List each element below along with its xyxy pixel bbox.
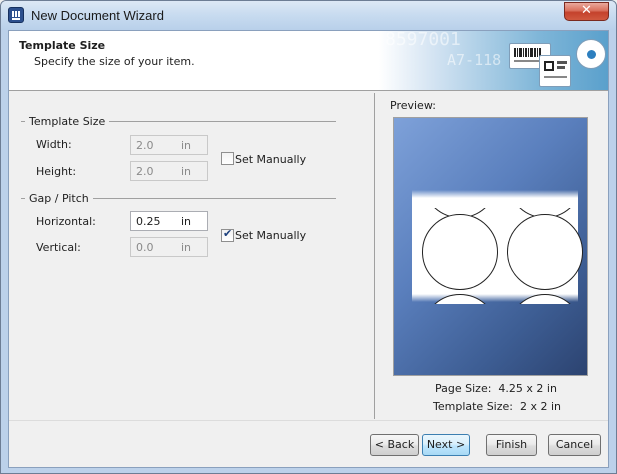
wizard-client-area: 8597001 A7-118 Template Size Specify the… [8, 30, 609, 468]
horizontal-field[interactable]: 0.25 in [130, 211, 208, 231]
preview-tape-fade-top [412, 190, 578, 198]
gap-set-manually-checkbox[interactable]: ✔ [221, 227, 234, 242]
qr-label-icon [539, 55, 571, 87]
disc-label-icon [576, 39, 606, 69]
gap-set-manually-label[interactable]: Set Manually [235, 229, 306, 242]
close-icon: ✕ [581, 3, 592, 18]
vertical-value: 0.0 [136, 241, 154, 254]
preview-label: Preview: [390, 99, 436, 112]
width-field[interactable]: 2.0 in [130, 135, 208, 155]
cancel-button[interactable]: Cancel [548, 434, 601, 456]
vertical-field[interactable]: 0.0 in [130, 237, 208, 257]
width-unit: in [181, 139, 192, 152]
vertical-unit: in [181, 241, 192, 254]
finish-button[interactable]: Finish [486, 434, 537, 456]
header-banner-image: 8597001 A7-118 [379, 31, 608, 90]
template-set-manually-checkbox[interactable] [221, 152, 234, 165]
template-size-info-value: 2 x 2 in [519, 400, 562, 413]
preview-canvas [393, 117, 588, 376]
height-label: Height: [36, 165, 77, 178]
vertical-label: Vertical: [36, 241, 81, 254]
back-button[interactable]: < Back [370, 434, 419, 456]
wizard-window: New Document Wizard ✕ 8597001 A7-118 Tem… [0, 0, 617, 474]
gap-pitch-group-label: Gap / Pitch [25, 192, 93, 205]
panel-separator [374, 93, 375, 419]
preview-label-circle-partial [422, 294, 498, 304]
preview-label-circle [507, 214, 583, 290]
preview-label-circle [422, 214, 498, 290]
horizontal-value: 0.25 [136, 215, 161, 228]
app-icon [8, 7, 24, 23]
page-subtitle: Specify the size of your item. [34, 55, 195, 68]
width-value: 2.0 [136, 139, 154, 152]
banner-number-text: 8597001 [385, 31, 461, 50]
checkmark-icon: ✔ [223, 227, 233, 240]
footer-divider [9, 420, 608, 421]
horizontal-label: Horizontal: [36, 215, 96, 228]
width-label: Width: [36, 138, 72, 151]
page-size-info: Page Size: 4.25 x 2 in [435, 382, 557, 395]
page-size-value: 4.25 x 2 in [498, 382, 557, 395]
height-field[interactable]: 2.0 in [130, 161, 208, 181]
wizard-header: 8597001 A7-118 Template Size Specify the… [9, 31, 608, 91]
window-title: New Document Wizard [31, 8, 164, 23]
height-unit: in [181, 165, 192, 178]
close-button[interactable]: ✕ [564, 2, 609, 21]
page-title: Template Size [19, 39, 106, 52]
horizontal-unit: in [181, 215, 192, 228]
banner-code-text: A7-118 [447, 51, 502, 69]
template-size-info: Template Size: 2 x 2 in [433, 400, 561, 413]
page-size-label: Page Size: [435, 382, 492, 395]
next-button[interactable]: Next > [422, 434, 470, 456]
title-bar[interactable]: New Document Wizard ✕ [1, 1, 616, 30]
template-set-manually-label[interactable]: Set Manually [235, 153, 306, 166]
height-value: 2.0 [136, 165, 154, 178]
template-size-info-label: Template Size: [433, 400, 513, 413]
preview-label-circle-partial [507, 294, 583, 304]
template-size-group-label: Template Size [25, 115, 110, 128]
